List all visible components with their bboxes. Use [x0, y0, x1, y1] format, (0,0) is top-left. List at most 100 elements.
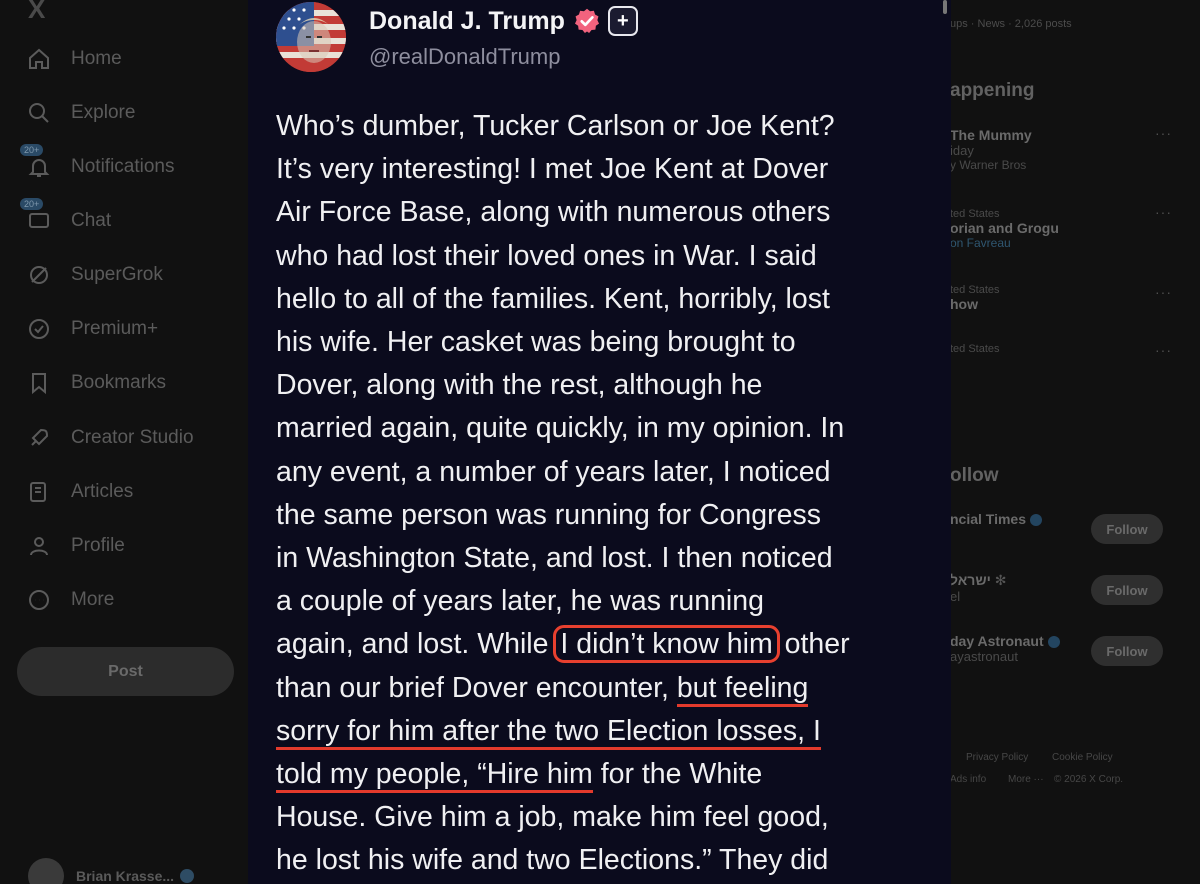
- nav-item-premium[interactable]: Premium+: [26, 314, 158, 344]
- verified-icon: [180, 869, 195, 883]
- nav-item-creator-studio[interactable]: Creator Studio: [26, 423, 194, 453]
- nav-label: Chat: [71, 210, 112, 231]
- suggestion-name: ncial Times: [950, 511, 1027, 527]
- trend-item[interactable]: ted States orian and Grogu on Favreau: [950, 208, 1170, 250]
- x-logo[interactable]: X: [28, 0, 45, 25]
- nav-label: Home: [71, 48, 122, 69]
- account-name: Brian Krasse...: [76, 868, 175, 884]
- more-options-icon[interactable]: ···: [1155, 125, 1172, 141]
- account-switcher[interactable]: Brian Krasse...: [28, 858, 195, 884]
- trend-context: ted States: [950, 343, 1000, 355]
- nav-item-notifications[interactable]: 20+ Notifications: [20, 144, 175, 182]
- nav-item-more[interactable]: More: [26, 585, 114, 615]
- suggestion-name: ישראל: [950, 572, 991, 588]
- nav-item-supergrok[interactable]: SuperGrok: [26, 260, 163, 290]
- post-line: Air Force Base, along with numerous othe…: [276, 196, 831, 229]
- footer-link[interactable]: Ads info: [950, 774, 986, 785]
- highlight-underline: but feeling: [676, 671, 809, 707]
- post-line: than our brief Dover encounter, but feel…: [276, 667, 936, 710]
- post-line: again, and lost. While I didn’t know him…: [276, 623, 936, 666]
- author-name[interactable]: Donald J. Trump: [369, 7, 565, 36]
- chat-icon: 20+: [20, 198, 52, 234]
- avatar: [28, 858, 64, 884]
- chat-badge: 20+: [20, 198, 44, 210]
- author-avatar[interactable]: [276, 2, 346, 72]
- verified-badge-icon: [574, 8, 599, 34]
- highlight-underline: sorry for him after the two Election los…: [276, 714, 821, 750]
- post-modal: Donald J. Trump + @realDonaldTrump Who’s…: [248, 0, 951, 884]
- nav-item-home[interactable]: Home: [26, 44, 122, 74]
- post-button[interactable]: Post: [17, 647, 234, 696]
- post-line: he lost his wife and two Elections.” The…: [276, 844, 829, 877]
- nav-item-bookmarks[interactable]: Bookmarks: [26, 368, 166, 398]
- post-line: in Washington State, and lost. I then no…: [276, 542, 833, 575]
- more-options-icon[interactable]: ···: [1155, 204, 1172, 220]
- suggestion-name: day Astronaut: [950, 633, 1044, 649]
- trend-name: how: [950, 296, 978, 312]
- follow-button[interactable]: Follow: [1091, 636, 1163, 666]
- post-text-fragment: again, and lost. While: [276, 628, 557, 661]
- verified-icon: [1030, 514, 1043, 527]
- bell-icon: 20+: [20, 144, 52, 180]
- plus-badge-icon: +: [607, 6, 638, 36]
- nav-label: Premium+: [71, 318, 159, 339]
- person-icon: [26, 533, 52, 559]
- post-line: married again, quite quickly, in my opin…: [276, 412, 845, 445]
- nav-label: Articles: [71, 481, 134, 502]
- trend-item[interactable]: The Mummy iday y Warner Bros: [950, 127, 1170, 172]
- home-icon: [26, 46, 52, 72]
- nav-item-profile[interactable]: Profile: [26, 531, 125, 561]
- footer-link[interactable]: Cookie Policy: [1052, 752, 1113, 763]
- author-row[interactable]: Donald J. Trump +: [369, 6, 638, 36]
- trend-item[interactable]: ted States how: [950, 284, 1170, 312]
- more-options-icon[interactable]: ···: [1155, 284, 1172, 300]
- trend-name: orian and Grogu: [950, 220, 1059, 236]
- verified-icon: [1047, 636, 1060, 649]
- nav-label: More: [71, 589, 115, 610]
- post-line: any event, a number of years later, I no…: [276, 455, 831, 488]
- trend-name: The Mummy: [950, 127, 1032, 143]
- nav-item-explore[interactable]: Explore: [26, 98, 135, 128]
- notification-badge: 20+: [20, 144, 44, 156]
- nav-item-chat[interactable]: 20+ Chat: [20, 198, 112, 236]
- trend-link[interactable]: on Favreau: [950, 236, 1011, 250]
- more-options-icon[interactable]: ···: [1155, 342, 1172, 358]
- nav-label: Bookmarks: [71, 372, 167, 393]
- nav-label: Profile: [71, 535, 125, 556]
- nav-label: Explore: [71, 102, 136, 123]
- flag-portrait-icon: [276, 2, 346, 72]
- right-sidebar: ups · News · 2,026 posts appening The Mu…: [950, 0, 1200, 884]
- post-line: House. Give him a job, make him feel goo…: [276, 801, 829, 834]
- footer-link[interactable]: Privacy Policy: [966, 752, 1028, 763]
- post-text: Who’s dumber, Tucker Carlson or Joe Kent…: [276, 105, 936, 883]
- trend-meta: ups · News · 2,026 posts: [950, 18, 1072, 30]
- nav-label: Notifications: [71, 156, 175, 177]
- more-icon: [26, 587, 52, 613]
- trend-item[interactable]: ted States: [950, 343, 1170, 355]
- trend-context: iday: [950, 143, 974, 158]
- follow-button[interactable]: Follow: [1091, 575, 1163, 605]
- left-sidebar: X Home Explore 20+ Notifications 20+ Cha…: [0, 0, 250, 884]
- trend-context: ted States: [950, 284, 1000, 296]
- follow-button[interactable]: Follow: [1091, 514, 1163, 544]
- gear-icon: ✻: [994, 572, 1007, 588]
- post-line: sorry for him after the two Election los…: [276, 710, 936, 753]
- post-line: hello to all of the families. Kent, horr…: [276, 282, 830, 315]
- post-line: Dover, along with the rest, although he: [276, 369, 763, 402]
- footer-link[interactable]: More ···: [1008, 774, 1044, 785]
- highlight-box: I didn’t know him: [553, 625, 780, 664]
- scrollbar[interactable]: [943, 0, 947, 14]
- nav-item-articles[interactable]: Articles: [26, 477, 133, 507]
- grok-icon: [26, 262, 52, 288]
- post-line: who had lost their loved ones in War. I …: [276, 239, 817, 272]
- rocket-icon: [26, 425, 52, 451]
- post-text-fragment: other: [776, 628, 850, 661]
- post-line: a couple of years later, he was running: [276, 585, 764, 618]
- footer-link: © 2026 X Corp.: [1054, 774, 1124, 785]
- premium-icon: [26, 316, 52, 342]
- author-handle[interactable]: @realDonaldTrump: [369, 44, 560, 70]
- nav-label: Creator Studio: [71, 427, 194, 448]
- post-line: told my people, “Hire him for the White: [276, 753, 936, 796]
- post-line: Who’s dumber, Tucker Carlson or Joe Kent…: [276, 110, 835, 142]
- post-text-fragment: for the White: [592, 758, 763, 791]
